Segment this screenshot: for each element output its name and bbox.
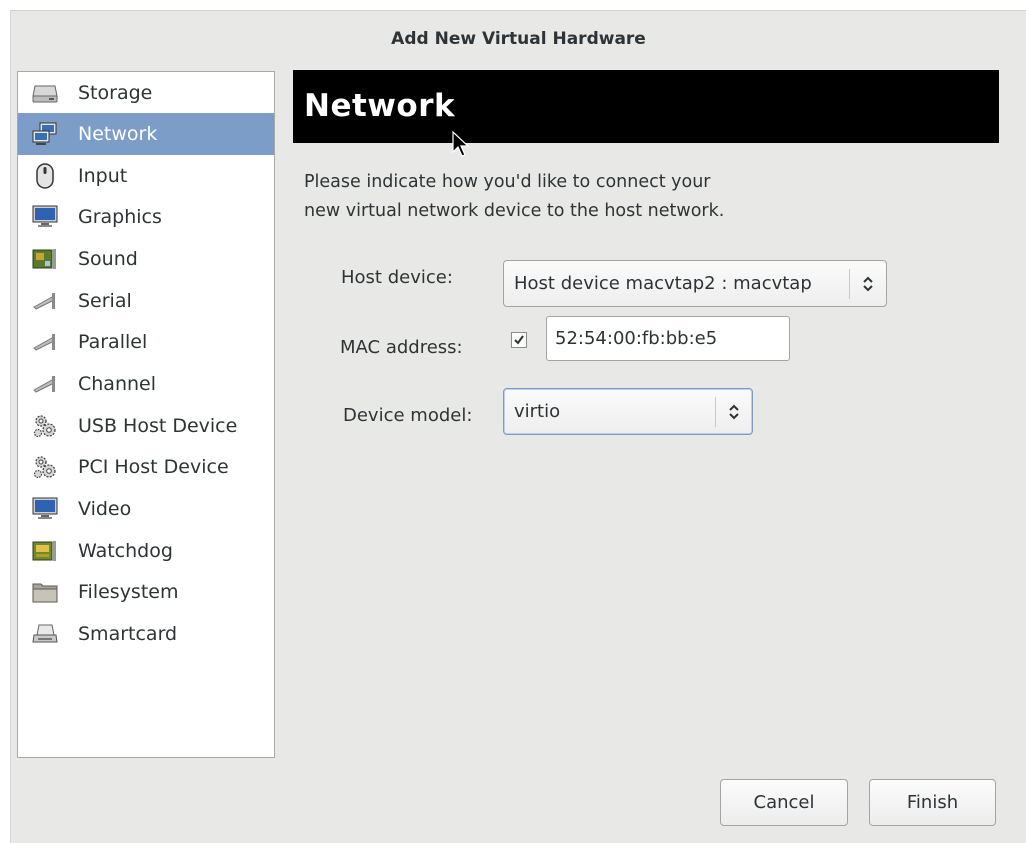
folder-icon (32, 579, 58, 605)
mac-address-label: MAC address: (340, 337, 463, 358)
sidebar-item-label: USB Host Device (78, 414, 238, 437)
window-title: Add New Virtual Hardware (391, 29, 646, 49)
device-model-label: Device model: (343, 405, 473, 426)
sidebar-item-label: Watchdog (78, 539, 173, 562)
sidebar-item-graphics[interactable]: Graphics (18, 196, 274, 238)
sidebar-item-smartcard[interactable]: Smartcard (18, 613, 274, 655)
sidebar-item-label: Input (78, 164, 128, 187)
sidebar-item-label: PCI Host Device (78, 456, 229, 479)
host-device-value: Host device macvtap2 : macvtap (514, 273, 812, 294)
hardware-type-list: Storage Network Input Graphics Sound Ser… (17, 71, 275, 758)
pci-gears-icon (32, 454, 58, 480)
sidebar-item-sound[interactable]: Sound (18, 238, 274, 280)
sidebar-item-label: Parallel (78, 331, 148, 354)
sidebar-item-filesystem[interactable]: Filesystem (18, 572, 274, 614)
sidebar-item-label: Graphics (78, 206, 162, 229)
description-line: Please indicate how you'd like to connec… (304, 172, 711, 192)
description: Please indicate how you'd like to connec… (304, 168, 944, 226)
sidebar-item-label: Channel (78, 372, 157, 395)
up-down-arrows-icon (850, 274, 886, 294)
network-icon (32, 121, 58, 147)
sidebar-item-usb-host-device[interactable]: USB Host Device (18, 405, 274, 447)
sidebar-item-storage[interactable]: Storage (18, 73, 274, 113)
sidebar-item-pci-host-device[interactable]: PCI Host Device (18, 447, 274, 489)
usb-gears-icon (32, 413, 58, 439)
sidebar-item-label: Smartcard (78, 623, 178, 646)
description-line: new virtual network device to the host n… (304, 201, 725, 221)
parallel-port-icon (32, 329, 58, 355)
channel-icon (32, 371, 58, 397)
sidebar-item-network[interactable]: Network (18, 113, 274, 155)
sidebar-item-label: Network (78, 122, 158, 145)
storage-icon (32, 80, 58, 106)
host-device-label: Host device: (341, 267, 453, 288)
sound-card-icon (32, 246, 58, 272)
monitor-icon (32, 204, 58, 230)
mac-address-field[interactable] (546, 316, 790, 361)
device-model-select[interactable]: virtio (503, 388, 753, 435)
video-monitor-icon (32, 496, 58, 522)
mouse-cursor-icon (452, 130, 470, 157)
finish-button[interactable]: Finish (869, 779, 996, 826)
sidebar-item-label: Storage (78, 82, 153, 104)
sidebar-item-parallel[interactable]: Parallel (18, 321, 274, 363)
sidebar-item-video[interactable]: Video (18, 488, 274, 530)
sidebar-item-channel[interactable]: Channel (18, 363, 274, 405)
sidebar-item-label: Sound (78, 247, 138, 270)
mac-address-checkbox[interactable] (511, 332, 527, 348)
sidebar-item-label: Serial (78, 289, 132, 312)
sidebar-item-input[interactable]: Input (18, 155, 274, 197)
sidebar-item-watchdog[interactable]: Watchdog (18, 530, 274, 572)
mouse-icon (32, 162, 58, 189)
host-device-select[interactable]: Host device macvtap2 : macvtap (503, 260, 887, 307)
cancel-button[interactable]: Cancel (720, 779, 848, 826)
serial-port-icon (32, 288, 58, 314)
page-title: Network (293, 70, 999, 143)
device-model-value: virtio (514, 401, 561, 422)
checkmark-icon (514, 335, 524, 345)
watchdog-card-icon (32, 538, 58, 564)
sidebar-item-label: Filesystem (78, 581, 179, 604)
up-down-arrows-icon (716, 402, 752, 422)
smartcard-reader-icon (32, 621, 58, 647)
sidebar-item-serial[interactable]: Serial (18, 280, 274, 322)
sidebar-item-label: Video (78, 498, 132, 521)
